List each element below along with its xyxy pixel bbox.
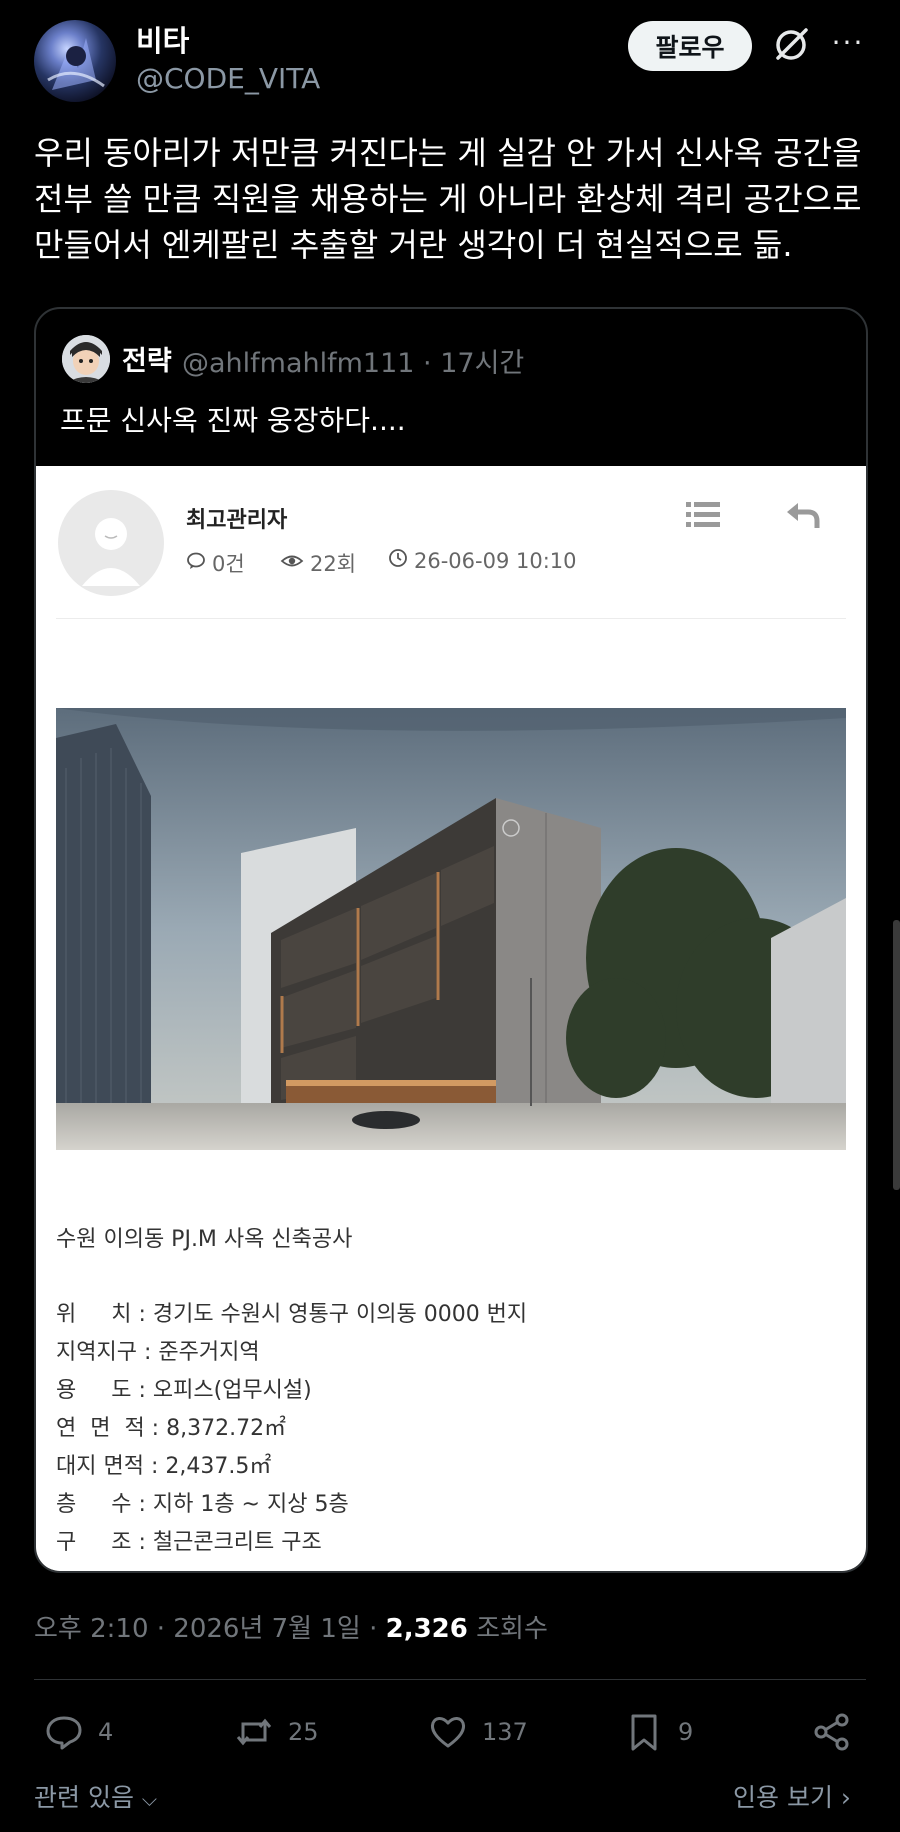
share-button[interactable]	[812, 1712, 852, 1752]
clock-icon	[388, 548, 408, 573]
grok-icon[interactable]	[770, 24, 812, 66]
bookmark-button[interactable]: 9	[624, 1712, 693, 1752]
spec-structure: 구 조 : 철근콘크리트 구조	[56, 1530, 322, 1555]
project-title: 수원 이의동 PJ.M 사옥 신축공사	[56, 1227, 353, 1252]
reply-arrow-icon	[784, 500, 820, 530]
scrollbar[interactable]	[893, 920, 900, 1190]
board-author-avatar	[58, 490, 164, 596]
board-author-name: 최고관리자	[186, 508, 288, 533]
comment-count: 0건	[186, 548, 245, 578]
quote-author-name[interactable]: 전략	[122, 339, 172, 378]
views-count: 2,326	[385, 1614, 468, 1644]
spec-zone: 지역지구 : 준주거지역	[56, 1340, 260, 1365]
eye-icon	[280, 551, 304, 576]
chevron-right-icon: ›	[840, 1783, 851, 1812]
author-avatar[interactable]	[34, 20, 116, 102]
tweet-text: 우리 동아리가 저만큼 커진다는 게 실감 안 가서 신사옥 공간을 전부 쓸 …	[34, 134, 862, 264]
related-toggle[interactable]: 관련 있음 ⌵	[34, 1778, 157, 1814]
divider	[34, 1679, 866, 1680]
quoted-image[interactable]: 최고관리자 0건 22회 26-06-09 10:10 수원 이의동 PJ.M …	[36, 466, 866, 1571]
author-name[interactable]: 비타	[136, 18, 189, 60]
spec-location: 위 치 : 경기도 수원시 영통구 이의동 0000 번지	[56, 1302, 528, 1327]
view-quotes-link[interactable]: 인용 보기 ›	[733, 1778, 851, 1814]
quoted-tweet[interactable]: 전략 @ahlfmahlfm111 · 17시간 프문 신사옥 진짜 웅장하다.…	[34, 307, 868, 1573]
post-datetime: 26-06-09 10:10	[388, 548, 577, 573]
comment-icon	[186, 551, 206, 576]
quote-author-avatar[interactable]	[62, 335, 110, 383]
view-count: 22회	[280, 548, 356, 578]
building-rendering-image	[56, 708, 846, 1150]
post-timestamp[interactable]: 오후 2:10 · 2026년 7월 1일 · 2,326 조회수	[34, 1608, 548, 1645]
spec-site-area: 대지 면적 : 2,437.5㎡	[56, 1454, 272, 1479]
quote-author-handle-time[interactable]: @ahlfmahlfm111 · 17시간	[182, 341, 524, 380]
chevron-down-icon: ⌵	[141, 1787, 158, 1811]
follow-button[interactable]: 팔로우	[628, 21, 752, 71]
spec-floor-area: 연 면 적 : 8,372.72㎡	[56, 1416, 287, 1441]
bookmark-icon	[631, 1714, 657, 1751]
reply-icon	[46, 1716, 82, 1750]
quote-text: 프문 신사옥 진짜 웅장하다....	[60, 404, 406, 437]
heart-icon	[430, 1717, 466, 1748]
spec-floors: 층 수 : 지하 1층 ~ 지상 5층	[56, 1492, 349, 1517]
spec-use: 용 도 : 오피스(업무시설)	[56, 1378, 312, 1403]
card-divider	[56, 618, 846, 619]
reply-button[interactable]: 4	[44, 1712, 113, 1752]
more-options-icon[interactable]: ···	[828, 26, 868, 62]
author-handle[interactable]: @CODE_VITA	[136, 62, 320, 95]
share-icon	[814, 1713, 849, 1751]
like-button[interactable]: 137	[428, 1712, 528, 1752]
retweet-icon	[236, 1718, 272, 1746]
retweet-button[interactable]: 25	[234, 1712, 319, 1752]
list-icon	[686, 500, 720, 530]
